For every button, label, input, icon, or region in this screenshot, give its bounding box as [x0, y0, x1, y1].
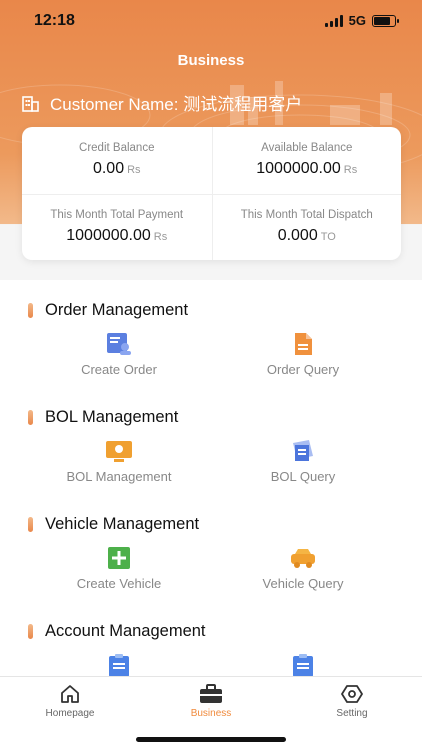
customer-name-row: Customer Name: 测试流程用客户	[22, 90, 302, 115]
month-payment-value: 1000000.00	[66, 227, 151, 245]
month-dispatch-unit: TO	[320, 231, 336, 244]
order-query-button[interactable]: Order Query	[223, 332, 383, 377]
bol-query-label: BOL Query	[270, 469, 336, 484]
section-header: Account Management	[28, 622, 206, 641]
create-order-label: Create Order	[81, 362, 157, 377]
available-balance: Available Balance 1000000.00 Rs	[211, 127, 402, 194]
available-balance-label: Available Balance	[261, 142, 353, 155]
clipboard-icon	[293, 654, 313, 676]
status-bar: 12:18 5G	[0, 0, 422, 44]
create-order-icon	[107, 333, 131, 355]
section-marker	[28, 624, 33, 639]
credit-balance-value: 0.00	[92, 160, 125, 178]
month-payment: This Month Total Payment 1000000.00 Rs	[22, 193, 212, 261]
order-query-label: Order Query	[266, 362, 340, 377]
section-marker	[28, 410, 33, 425]
clipboard-icon	[109, 654, 129, 676]
balance-summary-card: Credit Balance 0.00 Rs Available Balance …	[22, 127, 401, 260]
month-dispatch-value-row: 0.000 TO	[278, 227, 336, 245]
tab-homepage[interactable]: Homepage	[0, 683, 140, 719]
section-header: Vehicle Management	[28, 515, 199, 534]
customer-name: Customer Name: 测试流程用客户	[50, 95, 303, 114]
month-dispatch-label: This Month Total Dispatch	[240, 209, 373, 222]
month-payment-unit: Rs	[153, 231, 168, 244]
home-icon	[61, 685, 79, 703]
create-vehicle-button[interactable]: Create Vehicle	[39, 546, 199, 591]
section-title-bol: BOL Management	[45, 408, 179, 426]
bol-query-icon	[293, 440, 313, 461]
tab-business[interactable]: Business	[141, 683, 281, 719]
status-indicators: 5G	[324, 13, 399, 28]
vehicle-query-icon	[291, 549, 315, 568]
business-menu: Order Management Create Order Order Quer…	[0, 280, 422, 676]
network-type: 5G	[348, 13, 366, 28]
page-title: Business	[177, 52, 245, 69]
month-payment-value-row: 1000000.00 Rs	[66, 227, 167, 245]
bol-management-icon	[106, 441, 132, 462]
order-query-icon	[295, 333, 312, 355]
available-balance-unit: Rs	[343, 164, 358, 177]
credit-balance-label: Credit Balance	[79, 142, 155, 155]
status-time: 12:18	[34, 12, 75, 29]
month-dispatch: This Month Total Dispatch 0.000 TO	[211, 193, 401, 260]
account-create-button[interactable]	[39, 653, 199, 676]
settings-hexagon-icon	[341, 685, 363, 703]
create-order-button[interactable]: Create Order	[39, 332, 199, 377]
credit-balance-unit: Rs	[127, 164, 141, 177]
home-indicator	[136, 737, 286, 742]
vehicle-query-button[interactable]: Vehicle Query	[223, 546, 383, 591]
create-vehicle-icon	[108, 547, 130, 569]
section-title-vehicle: Vehicle Management	[45, 515, 200, 533]
section-title-account: Account Management	[45, 622, 206, 640]
available-balance-value-row: 1000000.00 Rs	[256, 160, 357, 178]
section-title-order: Order Management	[45, 301, 189, 319]
month-dispatch-value: 0.000	[277, 227, 318, 245]
tab-setting-label: Setting	[336, 708, 368, 719]
bol-management-label: BOL Management	[66, 469, 172, 484]
briefcase-icon	[200, 684, 222, 703]
create-vehicle-label: Create Vehicle	[76, 576, 162, 591]
bol-management-button[interactable]: BOL Management	[39, 439, 199, 484]
section-header: BOL Management	[28, 408, 178, 427]
section-marker	[28, 517, 33, 532]
battery-icon	[372, 14, 399, 27]
bol-query-button[interactable]: BOL Query	[223, 439, 383, 484]
vehicle-query-label: Vehicle Query	[262, 576, 344, 591]
credit-balance: Credit Balance 0.00 Rs	[22, 127, 212, 194]
section-marker	[28, 303, 33, 318]
account-query-button[interactable]	[223, 653, 383, 676]
building-icon	[22, 95, 39, 112]
month-payment-label: This Month Total Payment	[50, 209, 184, 222]
tab-setting[interactable]: Setting	[282, 683, 422, 719]
tab-business-label: Business	[190, 708, 232, 719]
signal-icon	[324, 14, 343, 27]
tab-homepage-label: Homepage	[45, 708, 95, 719]
available-balance-value: 1000000.00	[256, 160, 341, 178]
credit-balance-value-row: 0.00 Rs	[93, 160, 141, 178]
section-header: Order Management	[28, 301, 188, 320]
